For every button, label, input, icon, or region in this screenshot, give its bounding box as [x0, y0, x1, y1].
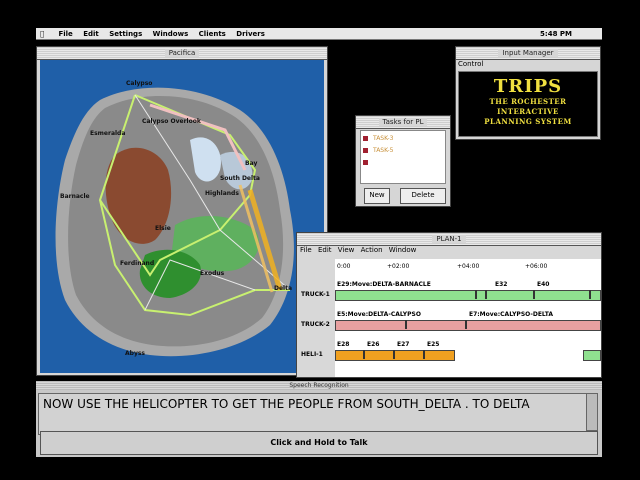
task-list[interactable]: TASK-3 TASK-5 — [360, 130, 446, 184]
input-manager-titlebar[interactable]: Input Manager — [456, 47, 600, 60]
lane-label-truck-1: TRUCK-1 — [301, 291, 330, 298]
speech-window: Speech Recognition NOW USE THE HELICOPTE… — [36, 381, 602, 457]
segment-label: E32 — [495, 281, 508, 288]
plan-title: PLAN-1 — [432, 235, 466, 243]
apple-icon[interactable]:  — [40, 28, 50, 40]
plan-menu-bar: File Edit View Action Window — [300, 246, 420, 254]
time-tick: +06:00 — [525, 263, 548, 270]
segment-label: E26 — [367, 341, 380, 348]
task-marker-icon — [363, 148, 368, 153]
menu-file[interactable]: File — [58, 28, 72, 40]
segment-label: E40 — [537, 281, 550, 288]
city-label: Delta — [274, 285, 293, 292]
segment-label: E7:Move:CALYPSO-DELTA — [469, 311, 554, 318]
pacifica-window: Pacifica Calypso Calypso Overlook Esmera… — [36, 46, 328, 376]
time-tick: +04:00 — [457, 263, 480, 270]
speech-titlebar[interactable]: Speech Recognition — [36, 381, 602, 390]
city-label: Ferdinand — [120, 260, 155, 267]
plan-menu-edit[interactable]: Edit — [318, 246, 332, 254]
trips-logo-panel: TRIPS THE ROCHESTER INTERACTIVE PLANNING… — [458, 71, 598, 137]
tagline-line: THE ROCHESTER — [489, 97, 567, 106]
event-marker — [533, 290, 535, 299]
timeline-bar-truck-1[interactable] — [335, 290, 601, 301]
delete-task-button[interactable]: Delete — [400, 188, 446, 204]
segment-label: E27 — [397, 341, 410, 348]
time-tick: +02:00 — [387, 263, 410, 270]
trips-logo: TRIPS — [493, 76, 563, 97]
city-label: Barnacle — [60, 193, 90, 200]
click-and-hold-to-talk-button[interactable]: Click and Hold to Talk — [40, 431, 598, 455]
task-marker-icon — [363, 136, 368, 141]
plan-titlebar[interactable]: PLAN-1 — [297, 233, 601, 246]
event-marker — [405, 320, 407, 329]
input-manager-title: Input Manager — [498, 49, 558, 57]
segment-label: E5:Move:DELTA-CALYPSO — [337, 311, 421, 318]
menu-edit[interactable]: Edit — [83, 28, 99, 40]
city-label: Calypso — [126, 80, 153, 87]
new-task-button[interactable]: New — [364, 188, 390, 204]
menu-clients[interactable]: Clients — [199, 28, 226, 40]
control-menu[interactable]: Control — [458, 60, 483, 68]
tasks-title: Tasks for PL — [378, 118, 428, 126]
event-marker — [589, 290, 591, 299]
menu-bar:  File Edit Settings Windows Clients Dri… — [36, 28, 602, 40]
city-label: Abyss — [125, 350, 145, 357]
plan-menu-file[interactable]: File — [300, 246, 312, 254]
pacifica-titlebar[interactable]: Pacifica — [37, 47, 327, 60]
segment-label: E29:Move:DELTA-BARNACLE — [337, 281, 431, 288]
segment-label: E25 — [427, 341, 440, 348]
speech-transcript: NOW USE THE HELICOPTER TO GET THE PEOPLE… — [38, 393, 594, 435]
pacifica-map[interactable]: Calypso Calypso Overlook Esmeralda Abyss… — [40, 60, 324, 373]
menu-windows[interactable]: Windows — [153, 28, 189, 40]
plan-menu-window[interactable]: Window — [389, 246, 417, 254]
time-tick: 0:00 — [337, 263, 351, 270]
event-marker — [475, 290, 477, 299]
input-manager-window: Input Manager Control TRIPS THE ROCHESTE… — [455, 46, 601, 140]
pacifica-title: Pacifica — [164, 49, 200, 57]
task-label: TASK-5 — [373, 147, 394, 154]
plan-menu-view[interactable]: View — [338, 246, 355, 254]
map-canvas — [55, 87, 294, 357]
plan-menu-action[interactable]: Action — [361, 246, 383, 254]
city-label: Exodus — [200, 270, 225, 277]
city-label: Esmeralda — [90, 130, 126, 137]
city-label: Elsie — [155, 225, 171, 232]
speech-title: Speech Recognition — [289, 382, 349, 389]
transcript-scrollbar[interactable] — [586, 393, 598, 431]
menu-settings[interactable]: Settings — [109, 28, 142, 40]
tagline-line: PLANNING SYSTEM — [484, 117, 572, 126]
task-label: TASK-3 — [373, 135, 394, 142]
event-marker — [363, 350, 365, 359]
menubar-clock: 5:48 PM — [540, 30, 572, 38]
event-marker — [393, 350, 395, 359]
menu-drivers[interactable]: Drivers — [236, 28, 265, 40]
plan-window: PLAN-1 File Edit View Action Window TRUC… — [296, 232, 602, 378]
task-item[interactable] — [363, 159, 373, 166]
event-marker — [485, 290, 487, 299]
segment-label: E28 — [337, 341, 350, 348]
city-label: Calypso Overlook — [142, 118, 201, 125]
lane-label-truck-2: TRUCK-2 — [301, 321, 330, 328]
city-label: Highlands — [205, 190, 239, 197]
tasks-window: Tasks for PL TASK-3 TASK-5 New Delete — [355, 115, 451, 207]
event-marker — [465, 320, 467, 329]
task-marker-icon — [363, 160, 368, 165]
plan-timeline[interactable]: 0:00 +02:00 +04:00 +06:00 E29:Move:DELTA… — [335, 259, 601, 377]
tasks-titlebar[interactable]: Tasks for PL — [356, 116, 450, 129]
timeline-bar-heli-1[interactable] — [335, 350, 455, 361]
timeline-bar-heli-1-end[interactable] — [583, 350, 601, 361]
tagline-line: INTERACTIVE — [497, 107, 559, 116]
lane-label-heli-1: HELI-1 — [301, 351, 323, 358]
task-item[interactable]: TASK-5 — [363, 147, 393, 154]
timeline-bar-truck-2[interactable] — [335, 320, 601, 331]
task-item[interactable]: TASK-3 — [363, 135, 393, 142]
event-marker — [423, 350, 425, 359]
city-label: Bay — [245, 160, 258, 167]
city-label: South Delta — [220, 175, 260, 182]
